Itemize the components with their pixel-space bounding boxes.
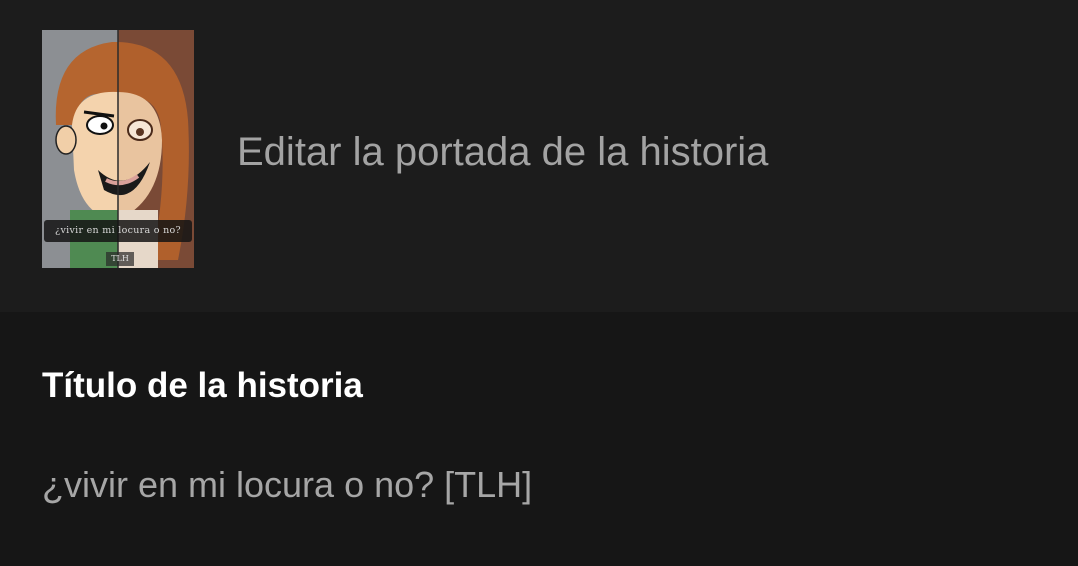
edit-cover-row[interactable]: ¿vivir en mi locura o no? TLH Editar la …	[0, 0, 1078, 312]
story-title-section: Título de la historia ¿vivir en mi locur…	[0, 312, 1078, 566]
cover-caption-text: ¿vivir en mi locura o no?	[44, 220, 192, 242]
edit-cover-label[interactable]: Editar la portada de la historia	[237, 126, 768, 178]
story-cover-image[interactable]: ¿vivir en mi locura o no? TLH	[42, 30, 194, 268]
cover-tag-text: TLH	[106, 252, 134, 266]
story-title-field[interactable]: ¿vivir en mi locura o no? [TLH]	[42, 462, 532, 508]
story-title-label: Título de la historia	[42, 366, 363, 405]
